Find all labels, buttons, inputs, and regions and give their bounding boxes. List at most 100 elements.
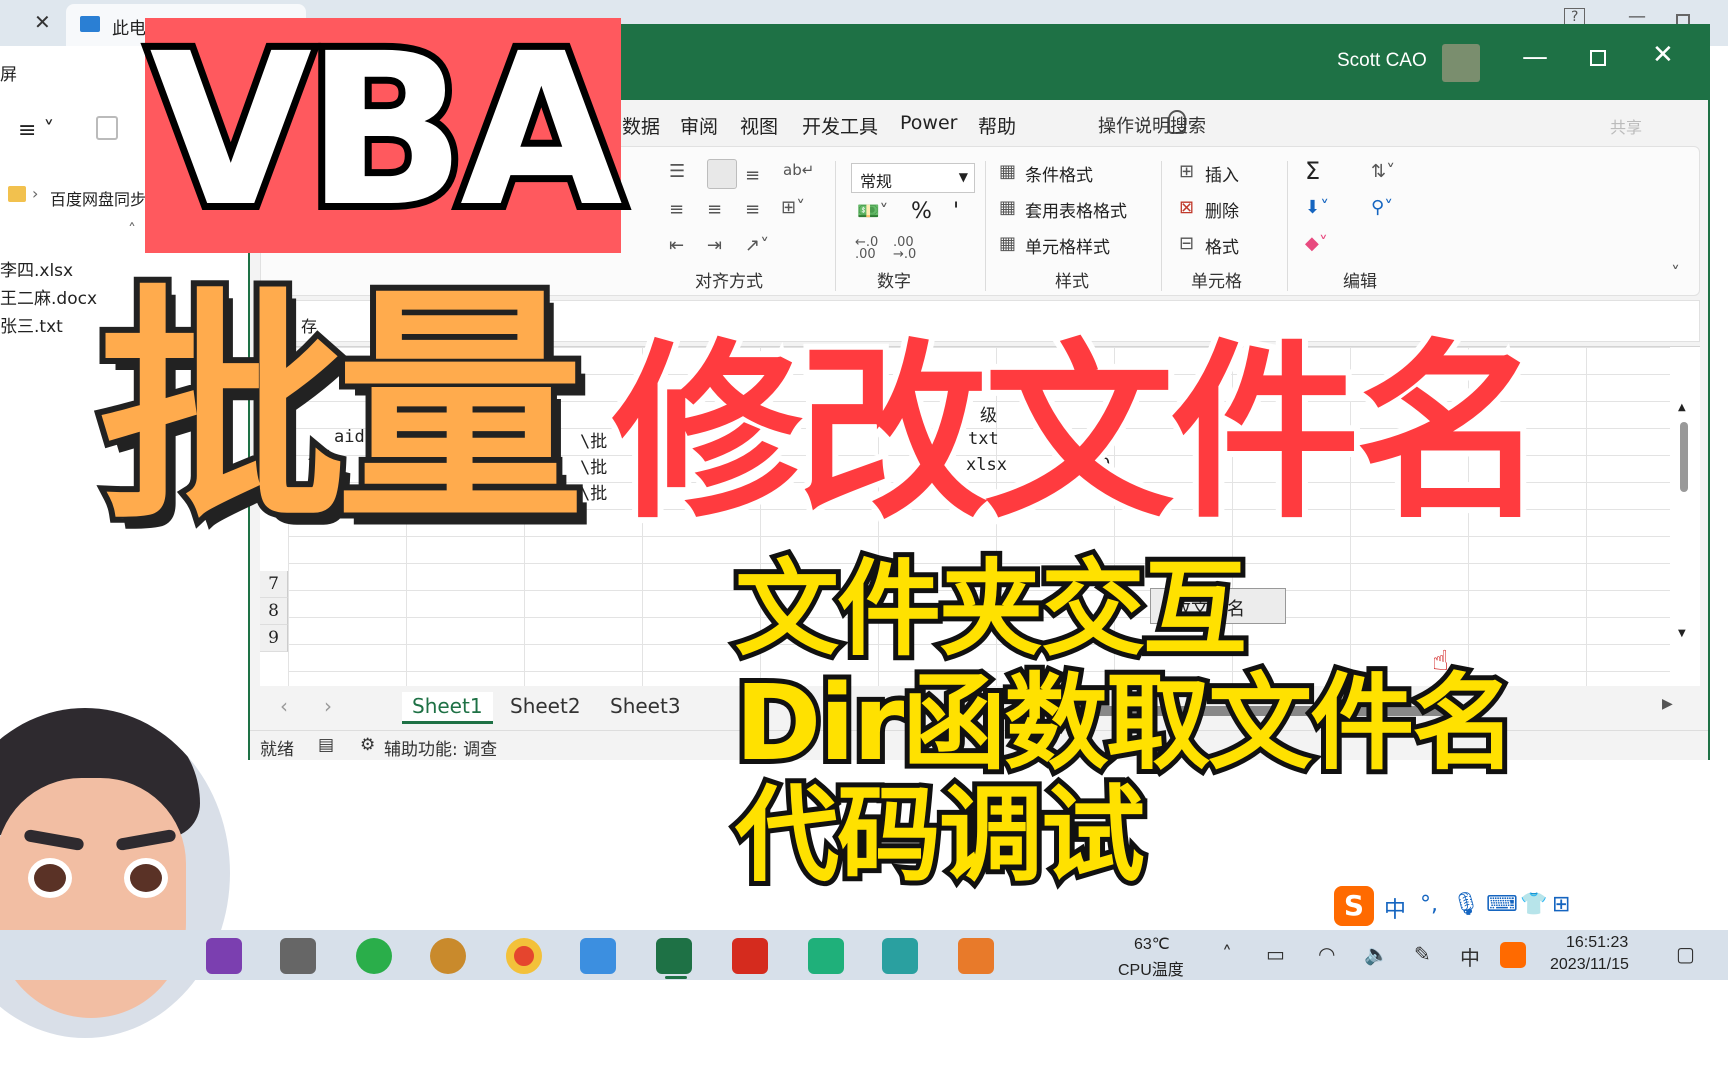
feishu-icon[interactable]	[808, 938, 844, 974]
percent-button[interactable]: %	[911, 199, 932, 224]
sogou-logo-icon[interactable]: S	[1334, 886, 1374, 926]
clear-icon[interactable]: ◆˅	[1305, 233, 1328, 254]
align-bottom-icon[interactable]: ≡	[745, 165, 760, 186]
macro-record-icon[interactable]: ▤	[318, 735, 334, 755]
excel-icon[interactable]	[656, 938, 692, 974]
view-menu-icon[interactable]: ≡ ˅	[18, 118, 54, 143]
wechat-icon[interactable]	[356, 938, 392, 974]
align-left-icon[interactable]: ≡	[669, 199, 684, 220]
file-item[interactable]: 王二麻.docx	[0, 284, 97, 309]
increase-indent-icon[interactable]: ⇥	[707, 235, 722, 256]
chevron-right-icon[interactable]: ›	[324, 694, 332, 718]
align-top-icon[interactable]: ☰	[669, 161, 685, 182]
minimize-icon[interactable]: —	[1522, 42, 1548, 72]
decrease-indent-icon[interactable]: ⇤	[669, 235, 684, 256]
cpu-temp: 63℃	[1134, 936, 1170, 953]
align-center-icon[interactable]: ≡	[707, 199, 722, 220]
orientation-icon[interactable]: ↗˅	[745, 235, 769, 256]
ime-punct[interactable]: °,	[1420, 892, 1438, 917]
number-format-select[interactable]: 常规 ▼	[851, 163, 975, 193]
scroll-right-icon[interactable]: ▶	[1662, 696, 1673, 712]
fill-down-icon[interactable]: ⬇˅	[1305, 197, 1329, 218]
breadcrumb[interactable]: 百度网盘同步	[50, 186, 146, 210]
scroll-up-icon[interactable]: ▲	[1678, 402, 1686, 413]
toolbox-icon[interactable]: ⊞	[1552, 892, 1570, 917]
find-select-icon[interactable]: ⚲˅	[1371, 197, 1393, 218]
delete-button[interactable]: 删除	[1205, 197, 1239, 222]
input-language[interactable]: 中	[1460, 942, 1480, 971]
comma-button[interactable]: '	[953, 199, 959, 224]
cell[interactable]: \批	[580, 479, 607, 504]
format-as-table-button[interactable]: 套用表格格式	[1025, 197, 1127, 222]
decrease-decimal-icon[interactable]: .00 →.0	[893, 236, 916, 261]
file-item[interactable]: 李四.xlsx	[0, 256, 73, 281]
scroll-thumb[interactable]	[1680, 422, 1688, 492]
app-icon[interactable]	[882, 938, 918, 974]
calculator-icon[interactable]	[280, 938, 316, 974]
microphone-icon[interactable]: 🎙	[1452, 892, 1480, 917]
copy-icon[interactable]	[96, 116, 118, 140]
tab-help[interactable]: 帮助	[978, 112, 1016, 139]
align-middle-button[interactable]	[707, 159, 737, 189]
cell[interactable]: \批	[580, 427, 607, 452]
acorn-icon[interactable]	[430, 938, 466, 974]
tab-developer[interactable]: 开发工具	[802, 112, 878, 139]
notification-icon[interactable]: ▢	[1676, 942, 1695, 966]
skin-icon[interactable]: 👕	[1520, 892, 1547, 917]
user-avatar[interactable]	[1442, 44, 1480, 82]
ribbon-separator	[835, 161, 836, 291]
tab-view[interactable]: 视图	[740, 112, 778, 139]
clock-time[interactable]: 16:51:23	[1566, 934, 1628, 952]
row-header[interactable]: 8	[260, 598, 288, 625]
row-header[interactable]: 7	[260, 571, 288, 598]
insert-button[interactable]: 插入	[1205, 161, 1239, 186]
chrome-icon[interactable]	[506, 938, 542, 974]
collapse-ribbon-icon[interactable]: ˅	[1671, 263, 1680, 284]
tab-power[interactable]: Power	[900, 112, 957, 134]
close-icon[interactable]: ✕	[1652, 40, 1674, 70]
onenote-icon[interactable]	[206, 938, 242, 974]
increase-decimal-icon[interactable]: ←.0 .00	[855, 236, 878, 261]
wps-icon[interactable]	[732, 938, 768, 974]
tab-sheet3[interactable]: Sheet3	[600, 692, 691, 724]
chevron-left-icon[interactable]: ‹	[280, 694, 288, 718]
wrap-text-icon[interactable]: ab↵	[783, 161, 814, 179]
collapse-icon[interactable]: ˄	[128, 220, 136, 239]
wifi-icon[interactable]: ◠	[1318, 942, 1335, 966]
cell[interactable]: \批	[580, 453, 607, 478]
tab-sheet1[interactable]: Sheet1	[402, 692, 493, 724]
user-name[interactable]: Scott CAO	[1337, 50, 1427, 72]
battery-icon[interactable]: ▭	[1266, 942, 1285, 966]
avatar-eye	[28, 858, 72, 898]
accessibility-status[interactable]: 辅助功能: 调查	[384, 735, 497, 760]
chevron-up-icon[interactable]: ˄	[1222, 942, 1232, 966]
sogou-tray-icon[interactable]	[1500, 942, 1526, 968]
tab-review[interactable]: 审阅	[680, 112, 718, 139]
tab-sheet2[interactable]: Sheet2	[500, 692, 591, 724]
cell-styles-button[interactable]: 单元格样式	[1025, 233, 1110, 258]
maximize-icon[interactable]	[1590, 50, 1606, 66]
currency-icon[interactable]: 💵˅	[857, 201, 888, 222]
file-item[interactable]: 张三.txt	[0, 312, 63, 337]
format-button[interactable]: 格式	[1205, 233, 1239, 258]
cpu-temp-label: CPU温度	[1118, 962, 1184, 979]
ime-lang[interactable]: 中	[1384, 892, 1406, 924]
share-button[interactable]: 共享	[1610, 114, 1642, 138]
volume-icon[interactable]: 🔈	[1364, 942, 1389, 966]
tell-me-search[interactable]: 操作说明搜索	[1098, 112, 1206, 138]
align-right-icon[interactable]: ≡	[745, 199, 760, 220]
sort-filter-icon[interactable]: ⇅˅	[1371, 161, 1395, 182]
slides-icon[interactable]	[958, 938, 994, 974]
tab-data[interactable]: 数据	[622, 112, 660, 139]
keyboard-icon[interactable]: ⌨	[1486, 892, 1518, 917]
pen-icon[interactable]: ✎	[1414, 942, 1431, 966]
merge-cells-icon[interactable]: ⊞˅	[781, 197, 805, 218]
clock-date[interactable]: 2023/11/15	[1550, 956, 1629, 974]
scroll-down-icon[interactable]: ▼	[1678, 628, 1686, 639]
file-explorer-icon[interactable]	[580, 938, 616, 974]
vertical-scrollbar[interactable]: ▲ ▼	[1678, 402, 1690, 642]
close-tab-icon[interactable]: ✕	[34, 10, 51, 34]
autosum-button[interactable]: Σ	[1305, 157, 1320, 185]
row-header[interactable]: 9	[260, 625, 288, 652]
conditional-format-button[interactable]: 条件格式	[1025, 161, 1093, 186]
